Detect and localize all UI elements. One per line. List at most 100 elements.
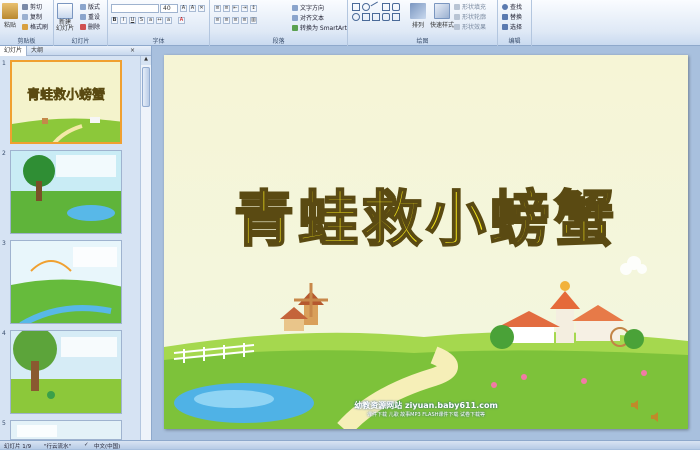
shape-effects-button[interactable]: 形状效果 [454,22,486,31]
align-left-button[interactable]: ≡ [214,17,221,24]
slides-group: 新建 幻灯片 版式 重设 删除 幻灯片 [54,0,108,46]
numbering-button[interactable]: ≡ [223,5,230,12]
rectangle-shape-button[interactable] [352,3,360,11]
cut-button[interactable]: 剪切 [22,2,42,11]
paragraph-group-label: 段落 [272,38,285,45]
shrink-font-button[interactable]: A [189,5,196,12]
font-name-field[interactable] [111,4,159,13]
arrow-shape-button[interactable] [382,3,390,11]
fill-bucket-icon [454,3,460,10]
text-direction-button[interactable]: 文字方向 [292,3,324,12]
font-size-field[interactable]: 40 [160,4,178,13]
ribbon: 粘贴 剪切 复制 格式刷 剪贴板 新建 幻灯片 版式 重设 删除 幻灯片 40 … [0,0,700,46]
bullets-button[interactable]: ≡ [214,5,221,12]
thumbnail-scrollbar[interactable]: ▲ [140,56,151,440]
slide-thumbnail-5[interactable] [10,420,122,440]
star-shape-button[interactable] [372,13,380,21]
shape-effects-label: 形状效果 [462,24,487,31]
slide-thumbnail-3[interactable] [10,240,122,324]
outline-pen-icon [454,13,460,20]
decrease-indent-button[interactable]: ⇤ [232,5,239,12]
slides-group-label: 幻灯片 [71,38,90,45]
case-button[interactable]: a [165,17,172,24]
thumbnail-number: 3 [2,240,6,247]
columns-button[interactable]: ▥ [250,17,257,24]
format-painter-button[interactable]: 格式刷 [22,22,48,31]
drawing-group: 排列 快速样式 形状填充 形状轮廓 形状效果 绘图 [348,0,498,46]
circle-shape-button[interactable] [352,13,360,21]
align-center-button[interactable]: ≡ [223,17,230,24]
arrange-icon [410,3,426,19]
layout-button[interactable]: 版式 [80,2,100,11]
reset-icon [80,13,86,20]
grow-font-button[interactable]: A [180,5,187,12]
replace-icon [502,13,508,20]
increase-indent-button[interactable]: ⇥ [241,5,248,12]
italic-button[interactable]: I [120,17,127,24]
rounded-rect-shape-button[interactable] [392,3,400,11]
triangle-shape-button[interactable] [362,13,370,21]
callout-shape-button[interactable] [382,13,390,21]
smartart-button[interactable]: 转换为 SmartArt [292,23,347,32]
smartart-icon [292,24,298,31]
select-label: 选择 [510,24,523,31]
paragraph-group: ≡ ≡ ⇤ ⇥ ↕ ≡ ≡ ≡ ≡ ▥ 文字方向 对齐文本 转换为 SmartA… [210,0,348,46]
font-group-label: 字体 [152,38,165,45]
new-slide-button[interactable]: 新建 幻灯片 [56,3,74,32]
align-text-button[interactable]: 对齐文本 [292,13,324,22]
scrollbar-up-arrow[interactable]: ▲ [141,56,151,65]
slide-sub-text: 课件下载 儿歌 故事MP3 FLASH课件下载 试卷下载等 [366,412,485,418]
clipboard-group-label: 剪贴板 [17,38,36,45]
text-direction-icon [292,4,298,11]
tab-outline[interactable]: 大纲 [27,46,47,56]
strike-button[interactable]: a [147,17,154,24]
font-color-button[interactable]: A [178,17,185,24]
clear-format-button[interactable]: ✕ [198,5,205,12]
main-slide[interactable]: 青蛙救小螃蟹 幼教资源网站 ziyuan.baby611.com 课件下载 儿歌… [164,55,688,429]
delete-label: 删除 [88,24,101,31]
delete-icon [80,23,86,30]
format-painter-label: 格式刷 [30,24,49,31]
arrange-label: 排列 [411,22,424,29]
text-direction-label: 文字方向 [300,5,325,12]
slide-thumbnail-4[interactable] [10,330,122,414]
copy-button[interactable]: 复制 [22,12,42,21]
arrange-button[interactable]: 排列 [410,3,426,29]
reset-button[interactable]: 重设 [80,12,100,21]
replace-button[interactable]: 替换 [502,12,522,21]
shadow-button[interactable]: S [138,17,145,24]
spellcheck-icon[interactable]: ✓ [84,442,89,448]
delete-button[interactable]: 删除 [80,22,100,31]
slide-thumbnail-2[interactable] [10,150,122,234]
thumbnail-number: 2 [2,150,6,157]
underline-button[interactable]: U [129,17,136,24]
scrollbar-thumb[interactable] [142,67,150,107]
sound-icon[interactable] [650,412,660,422]
layout-label: 版式 [88,4,101,11]
bold-button[interactable]: B [111,17,118,24]
smartart-label: 转换为 SmartArt [300,25,347,32]
select-button[interactable]: 选择 [502,22,522,31]
paste-button[interactable]: 粘贴 [2,3,18,29]
tab-slides[interactable]: 幻灯片 [0,45,28,56]
thumbnail-1-art [12,62,120,142]
shape-fill-button[interactable]: 形状填充 [454,2,486,11]
align-text-icon [292,14,298,21]
sound-icon[interactable] [630,400,640,410]
line-spacing-button[interactable]: ↕ [250,5,257,12]
oval-shape-button[interactable] [362,3,370,11]
slide-title[interactable]: 青蛙救小螃蟹 [164,171,688,258]
find-button[interactable]: 查找 [502,2,522,11]
line-shape-button[interactable] [370,1,382,13]
copy-icon [22,13,28,20]
quick-styles-button[interactable]: 快速样式 [430,3,454,29]
shape-outline-button[interactable]: 形状轮廓 [454,12,486,21]
slide-thumbnail-1[interactable]: 青蛙救小螃蟹 [10,60,122,144]
quick-styles-label: 快速样式 [430,22,455,29]
spacing-button[interactable]: ↔ [156,17,163,24]
close-panel-icon[interactable]: × [130,47,135,54]
status-bar: 幻灯片 1/9 "行云流水" ✓ 中文(中国) [0,440,700,450]
align-right-button[interactable]: ≡ [232,17,239,24]
justify-button[interactable]: ≡ [241,17,248,24]
brace-shape-button[interactable] [392,13,400,21]
